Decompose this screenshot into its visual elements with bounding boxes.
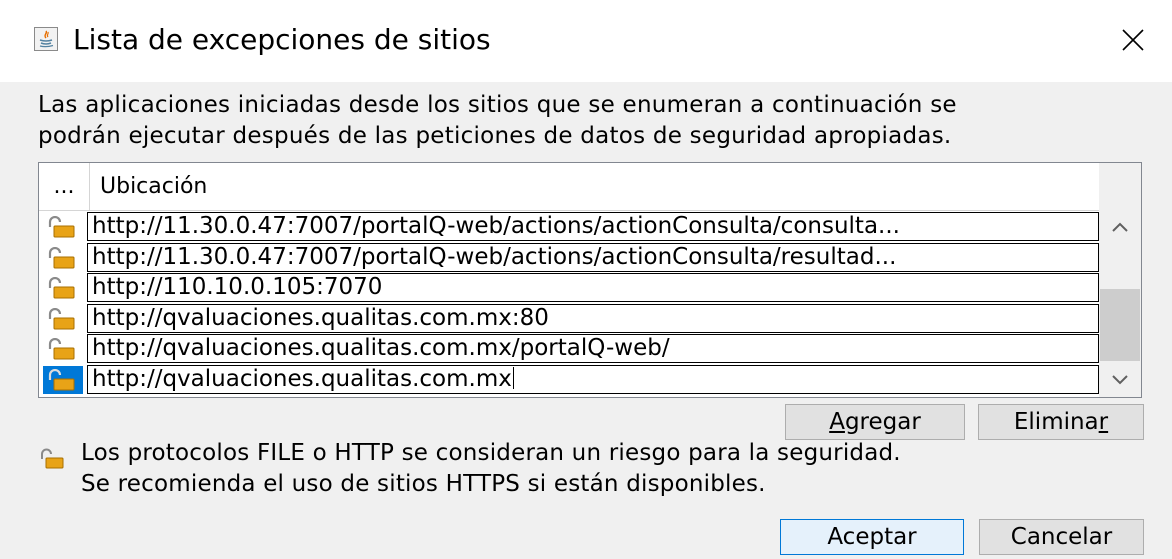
remove-button-label-prefix: Elimina (1013, 409, 1099, 435)
row-url-editor[interactable]: http://qvaluaciones.qualitas.com.mx (87, 364, 1099, 394)
scroll-up-button[interactable] (1099, 210, 1141, 244)
description: Las aplicaciones iniciadas desde los sit… (38, 90, 1148, 152)
unlocked-padlock-icon (48, 307, 75, 329)
security-warning-line-2: Se recomienda el uso de sitios HTTPS si … (81, 471, 766, 497)
security-warning: Los protocolos FILE o HTTP se consideran… (81, 438, 1141, 500)
scroll-thumb[interactable] (1100, 289, 1140, 361)
chevron-down-icon (1112, 375, 1128, 385)
unlocked-padlock-icon (48, 368, 75, 390)
scroll-down-button[interactable] (1099, 363, 1141, 397)
exception-site-table: ... Ubicación http://11.30.0.47:7007/por… (38, 162, 1142, 398)
row-url[interactable]: http://qvaluaciones.qualitas.com.mx/port… (87, 334, 1099, 363)
description-line-1: Las aplicaciones iniciadas desde los sit… (38, 92, 957, 118)
unlocked-padlock-icon (48, 338, 75, 360)
table-rows: http://11.30.0.47:7007/portalQ-web/actio… (39, 212, 1099, 395)
row-icon-cell-selected[interactable] (43, 365, 83, 394)
row-icon-cell[interactable] (43, 274, 83, 302)
column-header-location[interactable]: Ubicación (100, 163, 207, 210)
java-icon (34, 27, 58, 51)
add-button-mnemonic: A (829, 409, 845, 435)
dialog-content: Las aplicaciones iniciadas desde los sit… (0, 82, 1172, 559)
row-url[interactable]: http://11.30.0.47:7007/portalQ-web/actio… (87, 212, 1099, 241)
row-url[interactable]: http://qvaluaciones.qualitas.com.mx:80 (87, 303, 1099, 333)
row-icon-cell[interactable] (43, 244, 83, 272)
close-button[interactable] (1108, 20, 1158, 60)
column-header-icon[interactable]: ... (39, 163, 90, 210)
window-title: Lista de excepciones de sitios (73, 23, 491, 56)
add-button[interactable]: Agregar (785, 404, 965, 440)
table-header: ... Ubicación (39, 163, 1099, 211)
table-row[interactable]: http://qvaluaciones.qualitas.com.mx/port… (39, 334, 1099, 365)
title-bar: Lista de excepciones de sitios (0, 0, 1172, 82)
table-row-selected[interactable]: http://qvaluaciones.qualitas.com.mx (39, 364, 1099, 396)
chevron-up-icon (1112, 222, 1128, 232)
table-row[interactable]: http://110.10.0.105:7070 (39, 273, 1099, 304)
header-scroll-corner (1099, 163, 1141, 210)
add-button-label-suffix: gregar (844, 409, 921, 435)
row-url[interactable]: http://11.30.0.47:7007/portalQ-web/actio… (87, 242, 1099, 272)
unlocked-padlock-icon (48, 277, 75, 299)
vertical-scrollbar[interactable] (1099, 210, 1141, 397)
unlocked-padlock-icon (48, 246, 75, 268)
cancel-button[interactable]: Cancelar (979, 519, 1144, 555)
table-row[interactable]: http://qvaluaciones.qualitas.com.mx:80 (39, 303, 1099, 335)
unlocked-padlock-icon (48, 216, 75, 238)
row-icon-cell[interactable] (43, 305, 83, 333)
row-icon-cell[interactable] (43, 213, 83, 241)
remove-button[interactable]: Eliminar (978, 404, 1144, 440)
row-icon-cell[interactable] (43, 335, 83, 363)
security-warning-line-1: Los protocolos FILE o HTTP se consideran… (81, 440, 901, 466)
ok-button[interactable]: Aceptar (780, 519, 964, 555)
table-row[interactable]: http://11.30.0.47:7007/portalQ-web/actio… (39, 242, 1099, 274)
unlocked-padlock-icon (41, 448, 64, 469)
table-row[interactable]: http://11.30.0.47:7007/portalQ-web/actio… (39, 212, 1099, 243)
row-url-editor-text: http://qvaluaciones.qualitas.com.mx (92, 365, 512, 392)
row-url[interactable]: http://110.10.0.105:7070 (87, 273, 1099, 302)
close-icon (1122, 29, 1144, 51)
remove-button-mnemonic: r (1098, 409, 1109, 435)
text-caret (512, 366, 514, 389)
description-line-2: podrán ejecutar después de las peticione… (38, 123, 952, 149)
